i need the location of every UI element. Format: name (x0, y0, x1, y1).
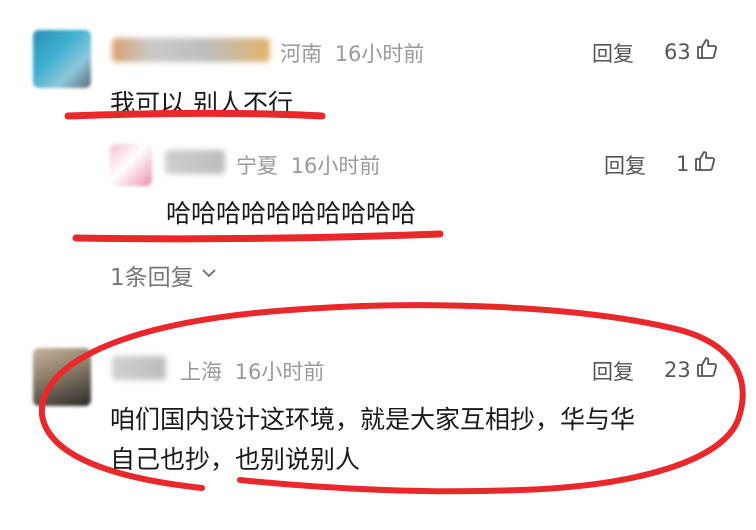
underline-annotation (72, 230, 444, 243)
avatar[interactable] (110, 144, 152, 186)
reply-meta: 宁夏 16小时前 (236, 150, 380, 180)
username-blurred[interactable] (112, 38, 270, 62)
expand-replies-button[interactable]: 1条回复 (110, 258, 218, 292)
time-label: 16小时前 (290, 154, 381, 178)
thumbs-up-icon (695, 355, 719, 384)
expand-replies-label: 1条回复 (110, 265, 194, 291)
like-count: 63 (664, 39, 691, 64)
like-count: 1 (676, 151, 690, 176)
reply-button[interactable]: 回复 (592, 38, 634, 68)
username-blurred[interactable] (165, 150, 225, 174)
like-button[interactable]: 63 (664, 37, 719, 66)
username-blurred[interactable] (112, 356, 166, 380)
comment-text-line-1: 咱们国内设计这环境，就是大家互相抄，华与华 (110, 405, 636, 434)
location-label: 上海 (180, 360, 222, 384)
comment-meta: 河南 16小时前 (280, 38, 424, 68)
chevron-down-icon (200, 262, 218, 288)
location-label: 宁夏 (236, 154, 278, 178)
like-count: 23 (664, 357, 691, 382)
avatar[interactable] (33, 348, 91, 406)
like-button[interactable]: 23 (664, 355, 719, 384)
comment-text-line-2: 自己也抄，也别说别人 (110, 445, 361, 474)
location-label: 河南 (280, 42, 322, 66)
reply-button[interactable]: 回复 (592, 356, 634, 386)
reply-text: 哈哈哈哈哈哈哈哈哈哈 (166, 199, 417, 228)
thumbs-up-icon (695, 37, 719, 66)
time-label: 16小时前 (334, 42, 425, 66)
avatar[interactable] (33, 30, 91, 88)
time-label: 16小时前 (234, 360, 325, 384)
comment-meta: 上海 16小时前 (180, 356, 324, 386)
reply-button[interactable]: 回复 (604, 150, 646, 180)
thumbs-up-icon (693, 149, 717, 178)
like-button[interactable]: 1 (676, 149, 717, 178)
comment-text: 我可以 别人不行 (110, 89, 293, 118)
